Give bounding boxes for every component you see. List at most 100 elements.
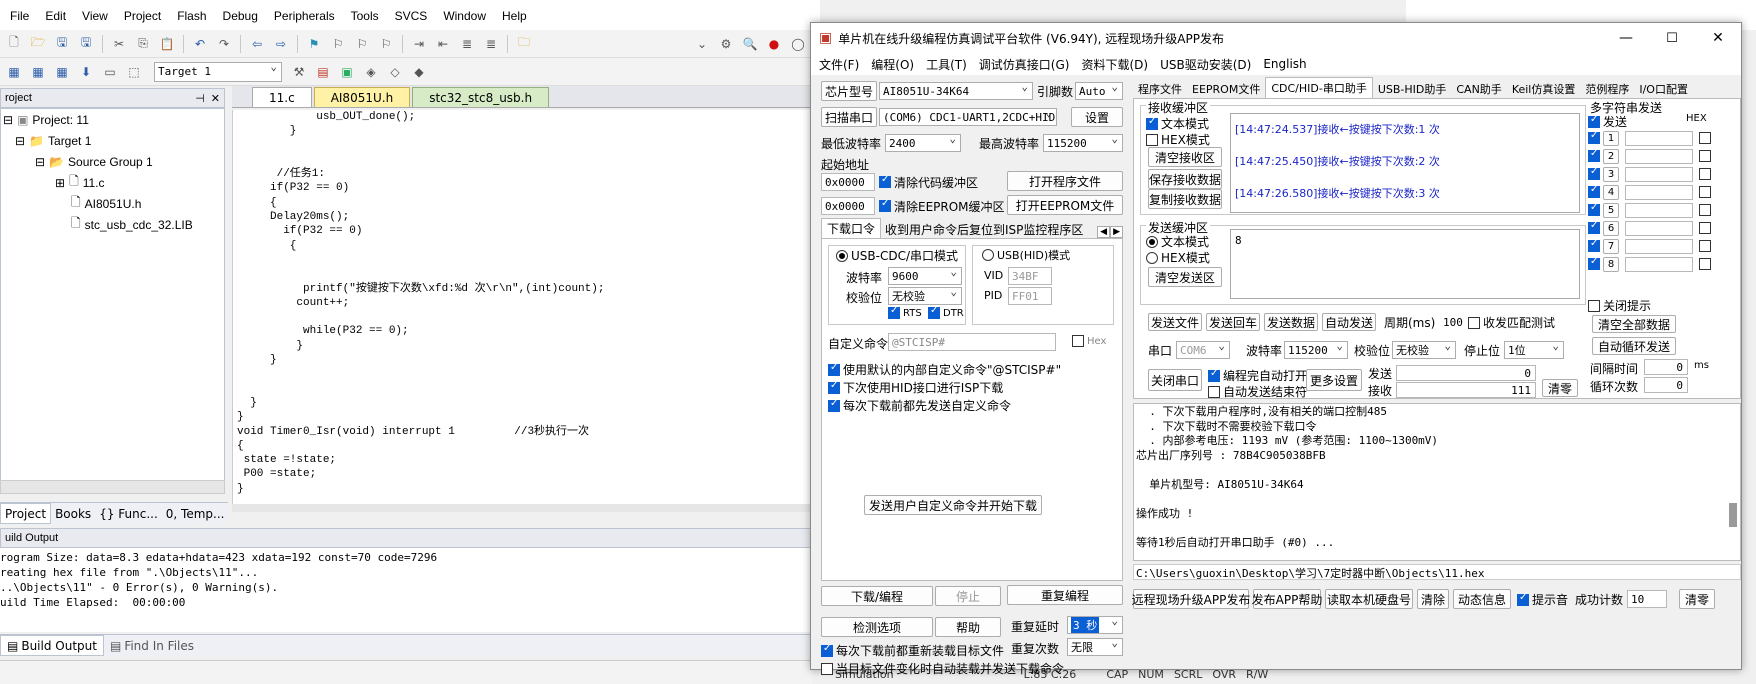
- bookmark-next-icon[interactable]: ⚐: [353, 35, 371, 53]
- rts-checkbox[interactable]: RTS: [888, 305, 922, 319]
- radio[interactable]: [982, 249, 994, 261]
- nav-back-icon[interactable]: ⇦: [248, 35, 266, 53]
- open-eeprom-button[interactable]: 打开EEPROM文件: [1007, 195, 1123, 215]
- send-hex-mode-radio[interactable]: HEX模式: [1146, 249, 1210, 266]
- eeprom-address-input[interactable]: 0x0000: [821, 197, 875, 215]
- menu-window[interactable]: Window: [443, 9, 486, 23]
- hid-next-checkbox[interactable]: 下次使用HID接口进行ISP下载: [828, 379, 1003, 396]
- parity-select[interactable]: 无校验: [888, 287, 962, 305]
- menu-debug-interface[interactable]: 调试仿真接口(G): [979, 56, 1070, 73]
- translate-icon[interactable]: ▦: [5, 63, 23, 81]
- checkbox[interactable]: [828, 398, 840, 412]
- tree-item-project[interactable]: ⊟ ▣ Project: 11: [1, 109, 224, 130]
- copy-receive-button[interactable]: 复制接收数据: [1148, 189, 1222, 209]
- stop-build-icon[interactable]: ▭: [101, 63, 119, 81]
- pin-icon[interactable]: ⊣: [195, 92, 205, 105]
- save-all-icon[interactable]: 🖫: [77, 35, 95, 53]
- max-baud-select[interactable]: 115200: [1043, 134, 1123, 152]
- find-dropdown-icon[interactable]: ⌄: [693, 35, 711, 53]
- bookmark-prev-icon[interactable]: ⚐: [329, 35, 347, 53]
- multi-row-input[interactable]: [1625, 148, 1693, 164]
- scan-port-button[interactable]: 扫描串口: [821, 107, 877, 127]
- multi-row-index-button[interactable]: 1: [1603, 130, 1619, 146]
- tab-templates[interactable]: 0, Temp...: [162, 503, 229, 524]
- checkbox[interactable]: [828, 380, 840, 394]
- send-checkbox[interactable]: [1588, 238, 1600, 252]
- editor-tab-ai8051u[interactable]: AI8051U.h: [313, 87, 411, 107]
- period-input[interactable]: 100: [1440, 313, 1466, 331]
- pid-input[interactable]: FF01: [1008, 287, 1052, 305]
- clear-button[interactable]: 清除: [1417, 589, 1449, 609]
- checkbox[interactable]: [1072, 335, 1084, 347]
- tab-can[interactable]: CAN助手: [1451, 80, 1506, 98]
- menu-tools[interactable]: 工具(T): [926, 56, 967, 73]
- retry-count-select[interactable]: 无限: [1067, 638, 1123, 656]
- interval-input[interactable]: 0: [1644, 359, 1688, 375]
- checkbox[interactable]: [1468, 316, 1480, 329]
- send-checkbox[interactable]: [1588, 184, 1600, 198]
- send-text-mode-radio[interactable]: 文本模式: [1146, 233, 1209, 250]
- collapse-icon[interactable]: ⊟: [15, 134, 25, 148]
- tree-item-file[interactable]: 🗋 stc_usb_cdc_32.LIB: [1, 214, 224, 235]
- help-button[interactable]: 帮助: [935, 617, 1001, 637]
- tab-io-config[interactable]: I/O口配置: [1634, 80, 1693, 98]
- debug-session-icon[interactable]: ⚙: [717, 35, 735, 53]
- loop-input[interactable]: 0: [1644, 377, 1688, 393]
- menu-help[interactable]: Help: [502, 9, 527, 23]
- port-select[interactable]: COM6: [1176, 341, 1230, 359]
- open-program-button[interactable]: 打开程序文件: [1007, 171, 1123, 191]
- menu-program[interactable]: 编程(O): [871, 56, 914, 73]
- tab-find-in-files[interactable]: ▤ Find In Files: [104, 635, 200, 656]
- checkbox[interactable]: [1146, 116, 1158, 130]
- checkbox[interactable]: [888, 305, 900, 319]
- tab-scroll-right-icon[interactable]: ▶: [1110, 226, 1123, 238]
- close-icon[interactable]: ✕: [1695, 30, 1741, 46]
- multi-row-index-button[interactable]: 2: [1603, 148, 1619, 164]
- checkbox[interactable]: [1588, 299, 1600, 312]
- hex-checkbox[interactable]: [1699, 168, 1711, 180]
- tab-keil-settings[interactable]: Keil仿真设置: [1507, 80, 1581, 98]
- bookmark-clear-icon[interactable]: ⚐: [377, 35, 395, 53]
- send-checkbox[interactable]: [1588, 166, 1600, 180]
- paste-icon[interactable]: 📋: [158, 35, 176, 53]
- open-folder-icon[interactable]: 🗁: [29, 35, 47, 53]
- parity2-select[interactable]: 无校验: [1392, 341, 1456, 359]
- vid-input[interactable]: 34BF: [1008, 267, 1052, 285]
- build-icon[interactable]: ▦: [29, 63, 47, 81]
- checkbox[interactable]: [821, 662, 833, 675]
- send-enter-button[interactable]: 发送回车: [1206, 313, 1260, 331]
- pack-installer-icon[interactable]: ◇: [386, 63, 404, 81]
- pin-select[interactable]: Auto: [1075, 82, 1123, 100]
- remote-app-publish-button[interactable]: 远程现场升级APP发布: [1132, 589, 1250, 609]
- multi-row-index-button[interactable]: 6: [1603, 220, 1619, 236]
- dynamic-info-button[interactable]: 动态信息: [1453, 589, 1511, 609]
- tab-books[interactable]: Books: [51, 503, 95, 524]
- hex-checkbox[interactable]: [1699, 204, 1711, 216]
- send-textarea[interactable]: 8: [1230, 229, 1580, 299]
- radio[interactable]: [1146, 235, 1158, 248]
- manage-project-icon[interactable]: ▣: [338, 63, 356, 81]
- clear-success-button[interactable]: 清零: [1679, 589, 1715, 609]
- checkbox[interactable]: [1208, 385, 1220, 398]
- tab-reset-isp[interactable]: 收到用户命令后复位到ISP监控程序区: [881, 220, 1087, 238]
- multi-row-input[interactable]: [1625, 184, 1693, 200]
- unindent-icon[interactable]: ⇤: [434, 35, 452, 53]
- dtr-checkbox[interactable]: DTR: [928, 305, 964, 319]
- auto-send-checkbox[interactable]: 当目标文件变化时自动装载并发送下载命令: [821, 660, 1064, 677]
- multi-row-index-button[interactable]: 8: [1603, 256, 1619, 272]
- send-custom-first-checkbox[interactable]: 每次下载前都先发送自定义命令: [828, 397, 1011, 414]
- multi-send-header-checkbox[interactable]: 发送: [1588, 113, 1627, 130]
- menu-file[interactable]: File: [10, 9, 29, 23]
- tab-eeprom-file[interactable]: EEPROM文件: [1187, 80, 1265, 98]
- checkbox[interactable]: [879, 198, 891, 212]
- clear-code-checkbox[interactable]: 清除代码缓冲区: [879, 173, 978, 191]
- checkbox[interactable]: [1208, 368, 1220, 382]
- multi-row-input[interactable]: [1625, 220, 1693, 236]
- send-checkbox[interactable]: [1588, 202, 1600, 216]
- target-select[interactable]: Target 1: [154, 61, 282, 82]
- close-port-button[interactable]: 关闭串口: [1148, 369, 1202, 391]
- menu-view[interactable]: View: [82, 9, 108, 23]
- checkbox[interactable]: [821, 643, 833, 657]
- send-data-button[interactable]: 发送数据: [1264, 313, 1318, 331]
- download-icon[interactable]: ⬇: [77, 63, 95, 81]
